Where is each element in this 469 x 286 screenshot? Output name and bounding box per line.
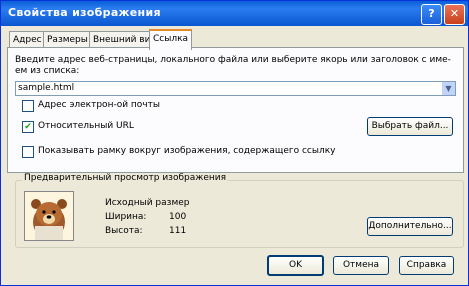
preview-groupbox — [15, 180, 464, 248]
help-button[interactable]: Справка — [399, 256, 454, 275]
help-icon[interactable]: ? — [421, 4, 442, 25]
chevron-down-icon[interactable]: ▼ — [442, 82, 455, 95]
tab-address[interactable]: Адрес — [9, 31, 46, 48]
height-label: Высота: — [105, 226, 143, 236]
email-checkbox-label: Адрес электрон-ой почты — [38, 100, 160, 110]
show-border-label: Показывать рамку вокруг изображения, сод… — [38, 146, 336, 156]
url-combobox[interactable]: sample.html ▼ — [15, 81, 456, 96]
height-value: 111 — [169, 226, 187, 236]
show-border-checkbox[interactable] — [22, 146, 34, 158]
preview-group-title: Предварительный просмотр изображения — [22, 173, 229, 183]
tab-dimensions[interactable]: Размеры — [43, 31, 92, 48]
title-bar[interactable]: Свойства изображения ? ✕ — [1, 1, 468, 26]
email-checkbox[interactable] — [22, 100, 34, 112]
checkmark-icon: ✔ — [24, 122, 32, 132]
width-value: 100 — [169, 212, 187, 222]
width-label: Ширина: — [105, 212, 147, 222]
original-size-label: Исходный размер — [105, 198, 190, 208]
relative-url-label: Относительный URL — [38, 121, 134, 131]
choose-file-button[interactable]: Выбрать файл... — [367, 117, 453, 136]
url-input[interactable]: sample.html — [18, 82, 74, 95]
cancel-button[interactable]: Отмена — [333, 256, 389, 275]
link-instruction: Введите адрес веб-страницы, локального ф… — [15, 55, 451, 76]
image-preview — [24, 191, 74, 241]
close-icon[interactable]: ✕ — [444, 4, 465, 25]
ok-button[interactable]: OK — [267, 255, 324, 276]
image-properties-dialog: Свойства изображения ? ✕ Адрес Размеры В… — [0, 0, 469, 286]
window-title: Свойства изображения — [8, 6, 161, 19]
advanced-button[interactable]: Дополнительно... — [367, 217, 453, 236]
tab-link[interactable]: Ссылка — [149, 29, 193, 50]
relative-url-checkbox[interactable]: ✔ — [22, 121, 34, 133]
bear-image — [25, 192, 73, 240]
